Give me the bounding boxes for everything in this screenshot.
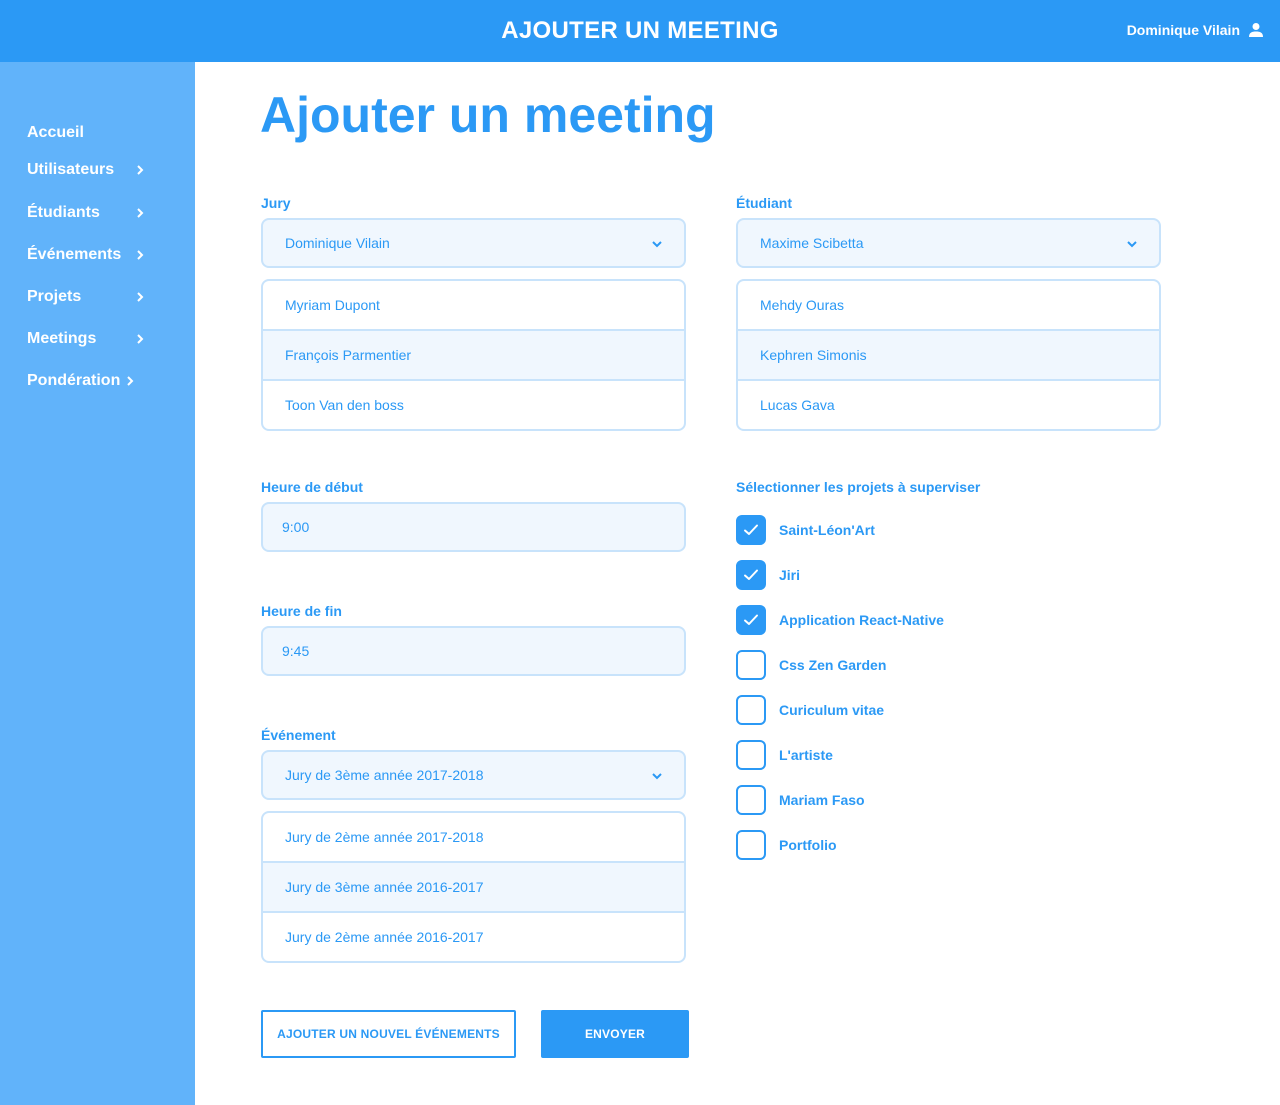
- checkbox-checked[interactable]: [736, 605, 766, 635]
- project-label: Application React-Native: [779, 612, 944, 628]
- sidebar-item-label: Étudiants: [27, 204, 100, 221]
- start-time-label: Heure de début: [261, 479, 363, 495]
- student-label: Étudiant: [736, 195, 792, 211]
- chevron-right-icon: [127, 376, 134, 386]
- checkmark-icon: [744, 614, 758, 625]
- chevron-down-icon: [652, 773, 662, 780]
- sidebar-item-label: Projets: [27, 288, 82, 305]
- student-select[interactable]: Maxime Scibetta: [736, 218, 1161, 268]
- event-select[interactable]: Jury de 3ème année 2017-2018: [261, 750, 686, 800]
- jury-option[interactable]: Toon Van den boss: [263, 379, 684, 429]
- checkmark-icon: [744, 524, 758, 535]
- jury-options-list: Myriam Dupont François Parmentier Toon V…: [261, 279, 686, 431]
- project-checkbox-row[interactable]: L'artiste: [736, 740, 833, 770]
- checkbox-unchecked[interactable]: [736, 650, 766, 680]
- project-checkbox-row[interactable]: Jiri: [736, 560, 800, 590]
- project-checkbox-row[interactable]: Curiculum vitae: [736, 695, 884, 725]
- sidebar-item-label: Utilisateurs: [27, 161, 115, 178]
- student-option[interactable]: Kephren Simonis: [738, 329, 1159, 379]
- project-checkbox-row[interactable]: Css Zen Garden: [736, 650, 886, 680]
- projects-label: Sélectionner les projets à superviser: [736, 479, 981, 495]
- sidebar-item-label: Pondération: [27, 372, 121, 389]
- project-label: Jiri: [779, 567, 801, 583]
- sidebar-item-meetings[interactable]: Meetings: [27, 326, 147, 352]
- chevron-right-icon: [137, 334, 144, 344]
- page-title: Ajouter un meeting: [260, 87, 716, 143]
- sidebar-item-label: Événements: [27, 246, 122, 263]
- sidebar-item-accueil[interactable]: Accueil: [27, 120, 147, 146]
- event-options-list: Jury de 2ème année 2017-2018 Jury de 3èm…: [261, 811, 686, 963]
- chevron-right-icon: [137, 165, 144, 175]
- sidebar-item-projets[interactable]: Projets: [27, 284, 147, 310]
- sidebar-item-utilisateurs[interactable]: Utilisateurs: [27, 157, 147, 183]
- submit-button[interactable]: ENVOYER: [541, 1010, 689, 1058]
- add-event-button[interactable]: AJOUTER UN NOUVEL ÉVÉNEMENTS: [261, 1010, 516, 1058]
- student-option[interactable]: Mehdy Ouras: [738, 281, 1159, 329]
- event-label: Événement: [261, 727, 336, 743]
- student-option[interactable]: Lucas Gava: [738, 379, 1159, 429]
- chevron-down-icon: [652, 241, 662, 248]
- sidebar-item-label: Accueil: [27, 124, 84, 141]
- checkmark-icon: [744, 569, 758, 580]
- jury-label: Jury: [261, 195, 291, 211]
- user-menu[interactable]: Dominique Vilain: [1127, 22, 1264, 38]
- event-option[interactable]: Jury de 3ème année 2016-2017: [263, 861, 684, 911]
- app-title: AJOUTER UN MEETING: [501, 17, 779, 44]
- project-label: Portfolio: [779, 837, 837, 853]
- event-selected-value: Jury de 3ème année 2017-2018: [285, 767, 484, 783]
- jury-option[interactable]: Myriam Dupont: [263, 281, 684, 329]
- student-options-list: Mehdy Ouras Kephren Simonis Lucas Gava: [736, 279, 1161, 431]
- user-icon: [1249, 23, 1263, 37]
- sidebar-item-label: Meetings: [27, 330, 97, 347]
- project-checkbox-row[interactable]: Mariam Faso: [736, 785, 865, 815]
- checkbox-unchecked[interactable]: [736, 785, 766, 815]
- chevron-right-icon: [137, 292, 144, 302]
- sidebar-item-etudiants[interactable]: Étudiants: [27, 200, 147, 226]
- top-bar: AJOUTER UN MEETING Dominique Vilain: [0, 0, 1280, 62]
- user-name: Dominique Vilain: [1126, 22, 1240, 38]
- end-time-input[interactable]: [261, 626, 686, 676]
- project-checkbox-row[interactable]: Saint-Léon'Art: [736, 515, 875, 545]
- sidebar-item-evenements[interactable]: Événements: [27, 242, 147, 268]
- sidebar: Accueil Utilisateurs Étudiants Événement…: [0, 62, 195, 1105]
- sidebar-item-ponderation[interactable]: Pondération: [27, 368, 137, 394]
- jury-option[interactable]: François Parmentier: [263, 329, 684, 379]
- project-label: Curiculum vitae: [779, 702, 885, 718]
- jury-selected-value: Dominique Vilain: [285, 235, 390, 251]
- end-time-label: Heure de fin: [261, 603, 342, 619]
- project-checkbox-row[interactable]: Application React-Native: [736, 605, 944, 635]
- project-label: Mariam Faso: [779, 792, 865, 808]
- checkbox-unchecked[interactable]: [736, 830, 766, 860]
- student-selected-value: Maxime Scibetta: [760, 235, 864, 251]
- chevron-down-icon: [1127, 241, 1137, 248]
- checkbox-checked[interactable]: [736, 515, 766, 545]
- chevron-right-icon: [137, 208, 144, 218]
- checkbox-checked[interactable]: [736, 560, 766, 590]
- project-label: Saint-Léon'Art: [779, 522, 875, 538]
- project-checkbox-row[interactable]: Portfolio: [736, 830, 837, 860]
- project-label: L'artiste: [779, 747, 833, 763]
- event-option[interactable]: Jury de 2ème année 2017-2018: [263, 813, 684, 861]
- jury-select[interactable]: Dominique Vilain: [261, 218, 686, 268]
- checkbox-unchecked[interactable]: [736, 740, 766, 770]
- project-label: Css Zen Garden: [779, 657, 887, 673]
- chevron-right-icon: [137, 250, 144, 260]
- checkbox-unchecked[interactable]: [736, 695, 766, 725]
- start-time-input[interactable]: [261, 502, 686, 552]
- event-option[interactable]: Jury de 2ème année 2016-2017: [263, 911, 684, 961]
